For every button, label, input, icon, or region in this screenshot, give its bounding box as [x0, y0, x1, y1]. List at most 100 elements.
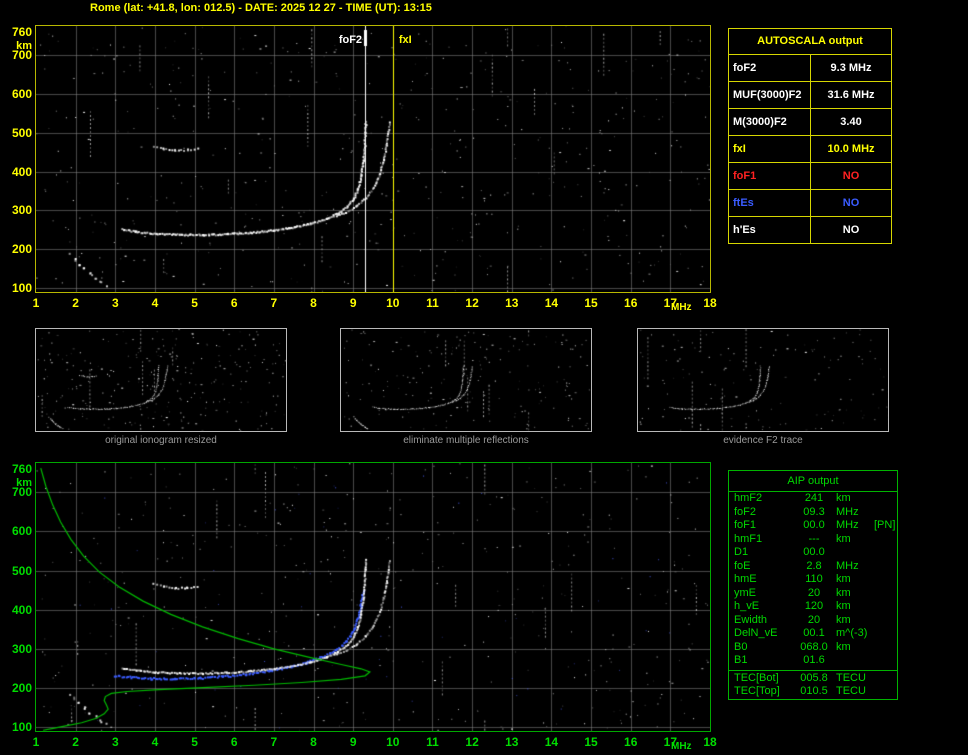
autoscala-row-label: foF2: [729, 55, 811, 81]
x-tick-label: 5: [191, 296, 198, 310]
x-tick-label: 5: [191, 735, 198, 749]
aip-table-row: B1 01.6: [729, 654, 897, 668]
aip-row-value: 241: [804, 492, 824, 504]
x-tick-label: 4: [151, 296, 159, 310]
y-axis-unit-label: km: [16, 477, 32, 489]
y-tick-label: 600: [11, 524, 32, 539]
aip-table-row: hmF2 241 km: [729, 492, 897, 506]
x-tick-label: 10: [386, 296, 400, 310]
aip-row-unit: km: [836, 492, 851, 504]
x-tick-label: 1: [32, 735, 40, 749]
thumbnail-canvas: [341, 329, 591, 431]
aip-row-label: hmE: [734, 573, 757, 585]
aip-row-note: [874, 600, 897, 614]
aip-output-table: AIP output hmF2 241 km foF2 09.3 MHz foF1 00.0 M…: [728, 470, 898, 700]
aip-row-value: 09.3: [803, 505, 825, 518]
aip-row-unit: MHz: [836, 559, 859, 572]
x-tick-label: 12: [465, 735, 479, 749]
thumbnail-canvas: [638, 329, 888, 431]
bottom-ionogram-canvas: [36, 463, 710, 731]
autoscala-row-value: 3.40: [840, 116, 862, 128]
aip-table-row: B0 068.0 km: [729, 641, 897, 655]
aip-row-label: B0: [734, 640, 748, 653]
aip-row-label: ymE: [734, 586, 756, 599]
thumbnail-eliminate-reflections: [340, 328, 592, 432]
aip-row-note: [874, 506, 897, 520]
y-tick-label: 300: [11, 641, 32, 656]
x-tick-label: 8: [310, 296, 317, 310]
aip-table-row: D1 00.0: [729, 546, 897, 560]
autoscala-row-label: fxI: [729, 136, 811, 162]
y-tick-label: 200: [11, 242, 32, 257]
autoscala-row-value: 10.0 MHz: [827, 143, 875, 155]
aip-row-note: [874, 546, 897, 560]
aip-row-label: Ewidth: [734, 613, 768, 626]
autoscala-row-value: NO: [842, 197, 860, 209]
aip-row-note: [874, 685, 897, 699]
aip-row-note: [874, 614, 897, 628]
aip-row-label: foF1: [734, 519, 757, 531]
bottom-ionogram-plot: [35, 462, 711, 732]
aip-row-note: [874, 654, 897, 668]
autoscala-table-row: foF2 9.3 MHz: [729, 55, 891, 82]
top-ionogram-canvas: [36, 26, 710, 292]
autoscala-window: Rome (lat: +41.8, lon: 012.5) - DATE: 20…: [0, 0, 968, 755]
y-tick-label: 100: [11, 281, 32, 296]
aip-table-row: Ewidth 20 km: [729, 614, 897, 628]
aip-row-label: foE: [734, 559, 751, 572]
aip-row-label: B1: [734, 654, 748, 666]
aip-table-row: hmF1 --- km: [729, 533, 897, 547]
fxi-marker-label: fxI: [398, 34, 412, 46]
aip-row-value: 20: [807, 613, 821, 626]
aip-row-unit: km: [836, 586, 851, 599]
x-tick-label: 9: [349, 296, 357, 310]
thumbnail-canvas: [36, 329, 286, 431]
x-axis-unit-label: MHz: [671, 741, 692, 752]
aip-row-unit: [834, 654, 874, 668]
aip-row-unit: km: [836, 640, 851, 653]
aip-row-value: 110: [805, 573, 823, 585]
y-tick-label: 400: [11, 164, 32, 179]
x-tick-label: 11: [426, 735, 439, 749]
y-tick-label: 760: [11, 24, 32, 39]
x-tick-label: 13: [505, 735, 519, 749]
x-tick-label: 9: [349, 735, 357, 749]
autoscala-table-rows: foF2 9.3 MHz MUF(3000)F2 31.6 MHz M(3000)F2 3…: [729, 55, 891, 243]
aip-row-unit: m^(-3): [836, 627, 868, 639]
aip-row-label: hmF2: [734, 492, 763, 504]
aip-row-unit: [834, 546, 874, 560]
y-tick-label: 100: [11, 720, 32, 735]
autoscala-table-row: MUF(3000)F2 31.6 MHz: [729, 82, 891, 109]
autoscala-table-row: fxI 10.0 MHz: [729, 136, 891, 163]
aip-row-unit: km: [836, 573, 851, 585]
x-tick-label: 2: [72, 735, 79, 749]
aip-row-note: [874, 533, 897, 547]
aip-row-value: 005.8: [800, 671, 828, 684]
y-tick-label: 500: [11, 125, 32, 140]
thumbnail-caption: evidence F2 trace: [723, 435, 803, 446]
aip-table-row: DelN_vE 00.1 m^(-3): [729, 627, 897, 641]
x-axis-unit-label: MHz: [671, 302, 692, 313]
thumbnail-caption: eliminate multiple reflections: [403, 435, 529, 446]
aip-row-unit: TECU: [836, 671, 866, 684]
aip-table-row: hmE 110 km: [729, 573, 897, 587]
aip-tec-row: TEC[Bot] 005.8 TECU: [729, 672, 897, 686]
thumbnail-caption: original ionogram resized: [105, 435, 217, 446]
y-axis-unit-label: km: [16, 40, 32, 52]
x-tick-label: 14: [544, 735, 559, 749]
x-tick-label: 18: [703, 735, 717, 749]
aip-row-label: hmF1: [734, 532, 763, 545]
aip-row-note: [874, 627, 897, 641]
y-tick-label: 500: [11, 563, 32, 578]
aip-row-value: 2.8: [806, 559, 822, 572]
autoscala-row-label: MUF(3000)F2: [729, 82, 811, 108]
x-tick-label: 11: [426, 296, 439, 310]
y-tick-label: 400: [11, 602, 32, 617]
aip-row-value: 00.0: [803, 519, 825, 531]
aip-row-label: TEC[Bot]: [734, 671, 779, 684]
aip-row-value: 00.1: [803, 627, 825, 639]
aip-row-note: [874, 672, 897, 686]
x-tick-label: 3: [111, 735, 119, 749]
aip-tec-rows: TEC[Bot] 005.8 TECU TEC[Top] 010.5 TECU: [729, 672, 897, 699]
x-tick-label: 4: [151, 735, 159, 749]
